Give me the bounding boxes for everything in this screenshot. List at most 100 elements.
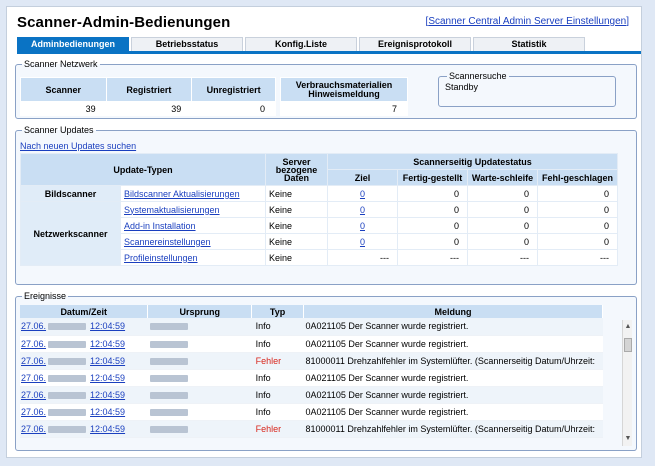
update-ziel-link[interactable]: 0 [360,237,365,247]
update-row-name: Profileinstellungen [120,249,266,266]
update-ziel-link[interactable]: 0 [360,189,365,199]
scroll-down-icon[interactable]: ▼ [623,434,633,444]
tab-konfig-liste[interactable]: Konfig.Liste [245,37,357,51]
event-datetime[interactable]: 27.06. 12:04:59 [20,386,148,404]
event-datetime-link[interactable]: 27.06. 12:04:59 [21,424,125,434]
event-datetime-link[interactable]: 27.06. 12:04:59 [21,339,125,349]
event-message: 0A021105 Der Scanner wurde registriert. [303,318,603,336]
event-origin [147,335,252,353]
event-type: Info [251,369,304,387]
updates-table: Update-Typen Server bezogene Daten Scann… [20,153,618,266]
col-header-meldung: Meldung [303,305,603,318]
col-header-ursprung: Ursprung [147,305,253,318]
event-message: 81000011 Drehzahlfehler im Systemlüfter.… [303,420,603,438]
update-server-data: Keine [265,217,328,234]
tab-statistik[interactable]: Statistik [473,37,585,51]
event-message: 81000011 Drehzahlfehler im Systemlüfter.… [303,352,603,370]
redacted-block [149,425,188,433]
event-datetime[interactable]: 27.06. 12:04:59 [20,352,148,370]
col-header-scanner: Scanner [20,77,107,102]
scroll-thumb[interactable] [624,338,632,352]
value-unregistered-count: 0 [191,101,276,116]
scanner-search-status: Standby [445,82,479,92]
event-datetime-link[interactable]: 27.06. 12:04:59 [21,390,125,400]
event-datetime-link[interactable]: 27.06. 12:04:59 [21,356,125,366]
event-time[interactable]: 12:04:59 [90,373,125,383]
server-settings-link[interactable]: Scanner Central Admin Server Einstellung… [428,16,626,27]
update-ziel-link[interactable]: 0 [360,221,365,231]
update-link-profileinstellungen[interactable]: Profileinstellungen [124,253,198,263]
event-origin [147,318,252,336]
event-datetime[interactable]: 27.06. 12:04:59 [20,403,148,421]
event-date[interactable]: 27.06. [21,390,46,400]
redacted-block [48,340,87,348]
update-fertig: --- [397,249,468,266]
col-header-registriert: Registriert [105,77,193,102]
event-row: 27.06. 12:04:59 Info 0A021105 Der Scanner w… [20,403,603,421]
event-time[interactable]: 12:04:59 [90,356,125,366]
update-ziel-link[interactable]: 0 [360,205,365,215]
update-warte: 0 [467,201,538,218]
update-link-scannereinstellungen[interactable]: Scannereinstellungen [124,237,211,247]
update-fehl: --- [537,249,618,266]
event-time[interactable]: 12:04:59 [90,339,125,349]
group-bildscanner: Bildscanner [20,185,121,202]
tab-ereignisprotokoll[interactable]: Ereignisprotokoll [359,37,471,51]
event-type: Info [251,335,304,353]
event-rows: 27.06. 12:04:59 Info 0A021105 Der Scanner w… [20,318,603,438]
event-date[interactable]: 27.06. [21,373,46,383]
event-datetime[interactable]: 27.06. 12:04:59 [20,335,148,353]
events-section: Ereignisse Datum/Zeit Ursprung Typ Meldu… [15,291,637,451]
redacted-block [149,357,188,365]
event-row: 27.06. 12:04:59 Info 0A021105 Der Scanner w… [20,318,603,336]
event-datetime-link[interactable]: 27.06. 12:04:59 [21,373,125,383]
tab-adminbedienungen[interactable]: Adminbedienungen [17,37,129,51]
event-datetime-link[interactable]: 27.06. 12:04:59 [21,321,125,331]
event-datetime[interactable]: 27.06. 12:04:59 [20,318,148,336]
update-ziel: 0 [327,217,398,234]
redacted-block [149,340,188,348]
col-header-ziel: Ziel [327,169,398,186]
server-settings-link-wrapper[interactable]: [Scanner Central Admin Server Einstellun… [426,16,629,27]
event-time[interactable]: 12:04:59 [90,390,125,400]
event-datetime[interactable]: 27.06. 12:04:59 [20,420,148,438]
event-origin [147,403,252,421]
event-datetime[interactable]: 27.06. 12:04:59 [20,369,148,387]
update-server-data: Keine [265,249,328,266]
update-fehl: 0 [537,201,618,218]
event-time[interactable]: 12:04:59 [90,424,125,434]
page-title: Scanner-Admin-Bedienungen [17,14,231,31]
events-scrollbar[interactable]: ▲ ▼ [622,320,632,446]
event-date[interactable]: 27.06. [21,424,46,434]
update-link-addin[interactable]: Add-in Installation [124,221,196,231]
event-message: 0A021105 Der Scanner wurde registriert. [303,335,603,353]
scanner-updates-legend: Scanner Updates [24,125,94,135]
page-container: Scanner-Admin-Bedienungen [Scanner Centr… [6,6,642,458]
event-time[interactable]: 12:04:59 [90,321,125,331]
update-fehl: 0 [537,185,618,202]
event-date[interactable]: 27.06. [21,321,46,331]
event-row: 27.06. 12:04:59 Fehler 81000011 Drehzahlfeh… [20,420,603,438]
event-time[interactable]: 12:04:59 [90,407,125,417]
update-fertig: 0 [397,217,468,234]
tab-betriebsstatus[interactable]: Betriebsstatus [131,37,243,51]
col-header-supplies: Verbrauchsmaterialien Hinweismeldung [280,77,408,102]
events-legend: Ereignisse [24,291,67,301]
update-warte: --- [467,249,538,266]
value-scanner-count: 39 [20,101,107,116]
update-link-system[interactable]: Systemaktualisierungen [124,205,220,215]
search-updates-link[interactable]: Nach neuen Updates suchen [20,141,136,151]
event-date[interactable]: 27.06. [21,407,46,417]
event-date[interactable]: 27.06. [21,339,46,349]
col-header-scanner-status: Scannerseitig Updatestatus [327,153,618,170]
scroll-up-icon[interactable]: ▲ [623,322,633,332]
redacted-block [48,425,87,433]
event-datetime-link[interactable]: 27.06. 12:04:59 [21,407,125,417]
update-ziel: --- [327,249,398,266]
event-origin [147,352,252,370]
update-ziel: 0 [327,233,398,250]
scanner-search-legend: Scannersuche [449,71,507,81]
update-link-bildscanner[interactable]: Bildscanner Aktualisierungen [124,189,240,199]
event-date[interactable]: 27.06. [21,356,46,366]
update-row-name: Add-in Installation [120,217,266,234]
